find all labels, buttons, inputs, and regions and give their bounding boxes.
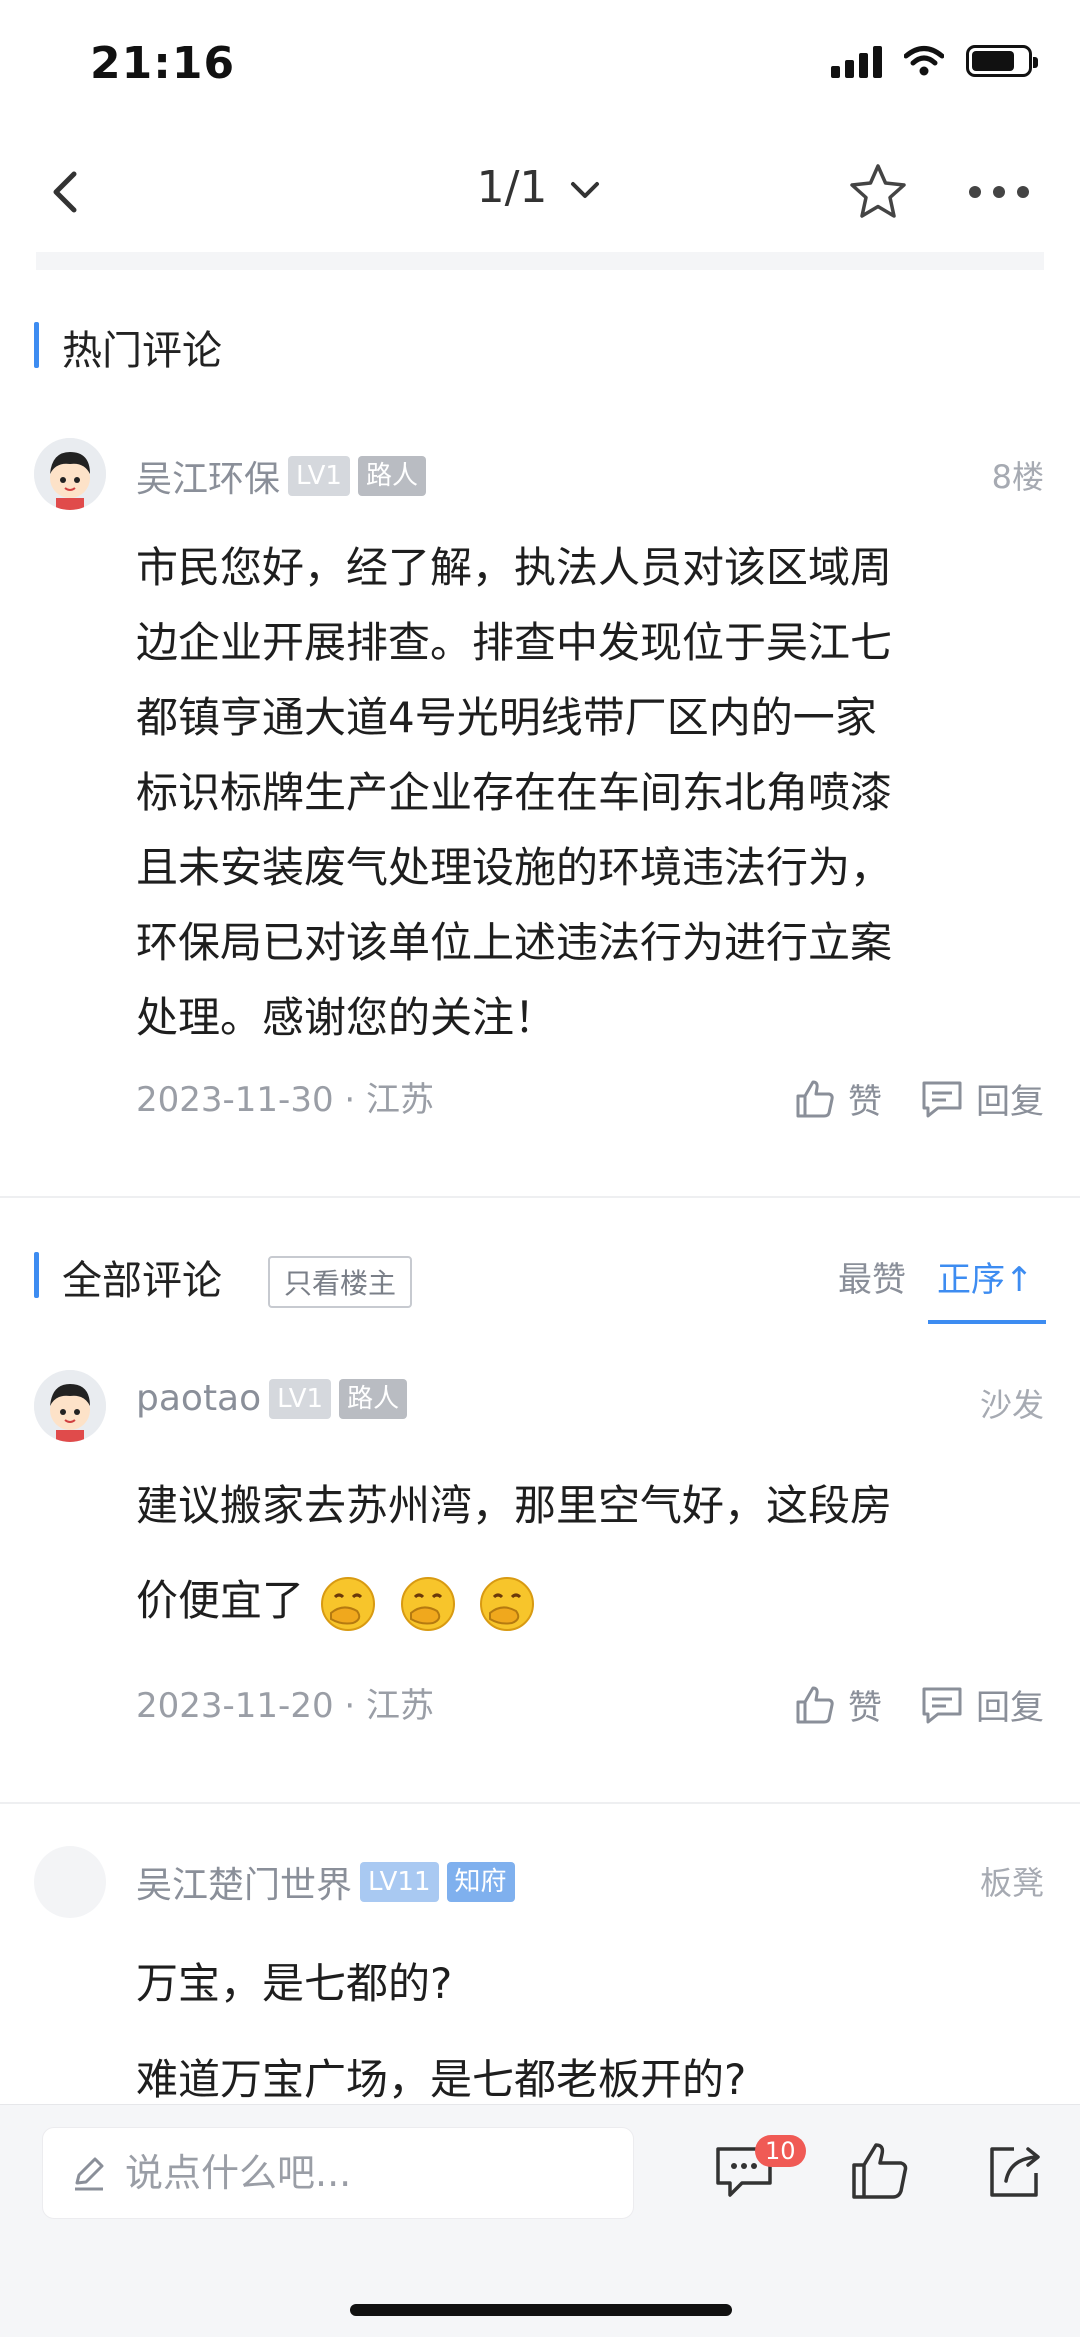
- all-comments-title: 全部评论: [34, 1248, 222, 1306]
- comment-input-box[interactable]: [42, 2127, 634, 2219]
- reply-button[interactable]: 回复: [920, 1074, 1044, 1123]
- comment-meta: 2023-11-20 · 江苏: [136, 1678, 434, 1727]
- avatar-cartoon-icon: [34, 1370, 106, 1442]
- level-badge: LV1: [288, 456, 350, 496]
- comment-line: 标识标牌生产企业存在在车间东北角喷漆: [136, 768, 893, 817]
- floor-label: 板凳: [979, 1864, 1044, 1902]
- face-with-hand-over-mouth-icon: [480, 1576, 535, 1631]
- sort-by-likes-tab[interactable]: 最赞: [838, 1252, 906, 1301]
- cellular-signal-icon: [831, 44, 882, 78]
- section-divider: [0, 1196, 1080, 1198]
- role-badge: 路人: [339, 1378, 408, 1419]
- nav-bar: 1/1: [0, 140, 1080, 250]
- status-icons: [831, 44, 1038, 78]
- comment-actions: 赞 回复: [794, 1074, 1044, 1123]
- floor-label: 8楼: [991, 458, 1044, 496]
- reply-label: 回复: [976, 1688, 1044, 1728]
- like-label: 赞: [848, 1688, 882, 1728]
- role-badge: 路人: [357, 456, 426, 496]
- comment-text: 市民您好，经了解，执法人员对该区域周 边企业开展排查。排查中发现位于吴江七 都镇…: [136, 530, 1020, 1055]
- comment-item: 吴江楚门世界 LV11 知府 板凳 万宝，是七都的? 难道万宝广场，是七都老板开…: [0, 1842, 1080, 2104]
- pencil-icon: [75, 2157, 104, 2191]
- sort-ascending-label: 正序: [937, 1260, 1005, 1300]
- comment-header: 吴江楚门世界 LV11 知府: [136, 1856, 515, 1908]
- more-icon[interactable]: [966, 168, 1032, 216]
- avatar[interactable]: [34, 1846, 106, 1918]
- comment-line: 市民您好，经了解，执法人员对该区域周: [136, 543, 893, 592]
- page-selector[interactable]: 1/1: [0, 162, 1080, 213]
- chevron-down-icon: [571, 182, 600, 198]
- comment-line-with-emoji: 价便宜了: [136, 1553, 1020, 1648]
- section-divider: [36, 252, 1044, 270]
- comment-location: 江苏: [366, 1080, 435, 1120]
- reply-label: 回复: [976, 1082, 1044, 1122]
- username[interactable]: paotao: [136, 1378, 261, 1419]
- bottom-comment-bar: 10: [0, 2104, 1080, 2337]
- page-indicator: 1/1: [476, 162, 548, 213]
- comment-item: paotao LV1 路人 沙发 建议搬家去苏州湾，那里空气好，这段房 价便宜了…: [0, 1366, 1080, 1766]
- comment-count-badge: 10: [755, 2135, 806, 2167]
- comment-input[interactable]: [125, 2151, 605, 2195]
- wifi-icon: [904, 46, 944, 76]
- star-icon[interactable]: [846, 160, 910, 224]
- comment-line: 边企业开展排查。排查中发现位于吴江七: [136, 618, 893, 667]
- like-button[interactable]: 赞: [794, 1074, 882, 1123]
- face-with-hand-over-mouth-icon: [321, 1576, 376, 1631]
- comment-location: 江苏: [366, 1686, 435, 1726]
- thumbs-up-icon: [796, 1686, 834, 1723]
- avatar[interactable]: [34, 1370, 106, 1442]
- hot-comments-title: 热门评论: [34, 318, 222, 376]
- floor-label: 沙发: [979, 1386, 1044, 1424]
- comment-header: 吴江环保 LV1 路人: [136, 450, 426, 502]
- hot-comment: 吴江环保 LV1 路人 8楼 市民您好，经了解，执法人员对该区域周 边企业开展排…: [0, 430, 1080, 1130]
- thumbs-up-icon[interactable]: [848, 2139, 912, 2203]
- only-op-filter-button[interactable]: 只看楼主: [268, 1256, 413, 1308]
- comment-date: 2023-11-20: [136, 1686, 334, 1726]
- comment-line: 价便宜了: [136, 1576, 305, 1625]
- level-badge: LV11: [360, 1862, 439, 1902]
- level-badge: LV1: [269, 1378, 332, 1419]
- reply-button[interactable]: 回复: [920, 1680, 1044, 1729]
- comment-text: 万宝，是七都的? 难道万宝广场，是七都老板开的?: [136, 1936, 1020, 2128]
- comment-line: 且未安装废气处理设施的环境违法行为，: [136, 843, 893, 892]
- status-bar: 21:16: [0, 0, 1080, 130]
- arrow-up-icon: ↑: [1005, 1260, 1034, 1300]
- battery-icon: [966, 45, 1038, 77]
- comment-line: 建议搬家去苏州湾，那里空气好，这段房: [136, 1481, 893, 1530]
- comment-line: 都镇亨通大道4号光明线带厂区内的一家: [136, 693, 877, 742]
- username[interactable]: 吴江环保: [136, 450, 280, 502]
- comment-line: 万宝，是七都的?: [136, 1959, 453, 2008]
- comment-actions: 赞 回复: [794, 1680, 1044, 1729]
- face-with-hand-over-mouth-icon: [400, 1576, 455, 1631]
- active-tab-indicator: [928, 1320, 1046, 1324]
- share-icon[interactable]: [984, 2139, 1048, 2203]
- username[interactable]: 吴江楚门世界: [136, 1856, 352, 1908]
- comment-meta: 2023-11-30 · 江苏: [136, 1072, 434, 1121]
- reply-icon: [922, 1687, 962, 1723]
- home-indicator: [350, 2304, 732, 2316]
- avatar-cartoon-icon: [34, 438, 106, 510]
- like-label: 赞: [848, 1082, 882, 1122]
- comment-date: 2023-11-30: [136, 1080, 334, 1120]
- meta-separator: ·: [344, 1080, 367, 1120]
- role-badge: 知府: [446, 1862, 515, 1902]
- thumbs-up-icon: [796, 1080, 834, 1117]
- comment-divider: [0, 1802, 1080, 1804]
- status-time: 21:16: [90, 38, 236, 89]
- comment-text: 建议搬家去苏州湾，那里空气好，这段房 价便宜了: [136, 1458, 1020, 1648]
- reply-icon: [922, 1081, 962, 1117]
- comment-line: 环保局已对该单位上述违法行为进行立案: [136, 918, 893, 967]
- meta-separator: ·: [344, 1686, 367, 1726]
- comment-line: 处理。感谢您的关注！: [136, 993, 557, 1042]
- avatar[interactable]: [34, 438, 106, 510]
- comment-header: paotao LV1 路人: [136, 1378, 408, 1419]
- like-button[interactable]: 赞: [794, 1680, 882, 1729]
- sort-ascending-tab[interactable]: 正序↑: [937, 1252, 1034, 1301]
